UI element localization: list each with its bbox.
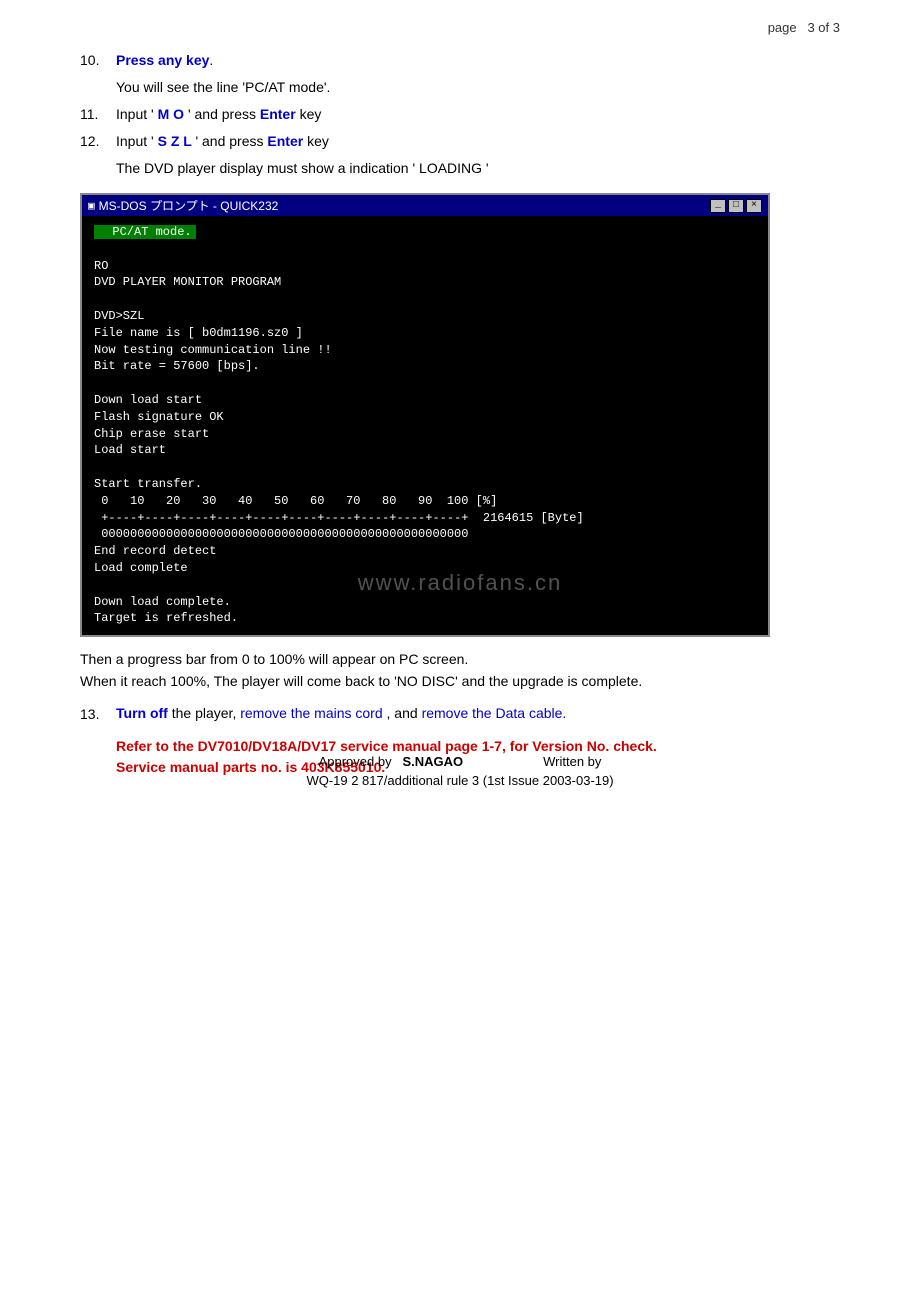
footer-approved: Approved by S.NAGAO bbox=[319, 754, 464, 769]
footer-doc: WQ-19 2 817/additional rule 3 (1st Issue… bbox=[0, 773, 920, 788]
page-value: 3 of 3 bbox=[807, 20, 840, 35]
step-10-content: Press any key. bbox=[116, 50, 840, 71]
dos-window: ▣ MS-DOS プロンプト - QUICK232 _ □ × PC/AT mo… bbox=[80, 193, 770, 637]
reach-text: When it reach 100%, The player will come… bbox=[80, 673, 840, 689]
approved-name: S.NAGAO bbox=[402, 754, 463, 769]
step13-removedata: remove the Data cable. bbox=[422, 705, 567, 721]
dos-titlebar-buttons: _ □ × bbox=[710, 199, 762, 213]
page-label: page bbox=[768, 20, 797, 35]
step11-after: ' and press bbox=[188, 106, 256, 122]
footer: Approved by S.NAGAO Written by WQ-19 2 8… bbox=[0, 754, 920, 788]
dos-maximize-btn[interactable]: □ bbox=[728, 199, 744, 213]
dos-titlebar-left: ▣ MS-DOS プロンプト - QUICK232 bbox=[88, 197, 278, 214]
dos-close-btn[interactable]: × bbox=[746, 199, 762, 213]
approved-label: Approved by bbox=[319, 754, 392, 769]
step13-turnoff: Turn off bbox=[116, 705, 168, 721]
step10-dot: . bbox=[209, 52, 213, 68]
press-any-key-text: Press any key bbox=[116, 52, 209, 68]
step-11-number: 11. bbox=[80, 104, 116, 125]
step-13-content: Turn off the player, remove the mains co… bbox=[116, 703, 840, 725]
step12-highlight: S Z L bbox=[154, 133, 196, 149]
step13-removecord: remove the mains cord bbox=[240, 705, 382, 721]
step11-enter: Enter bbox=[260, 106, 296, 122]
step-10-sub: You will see the line 'PC/AT mode'. bbox=[116, 77, 840, 98]
step11-highlight: M O bbox=[154, 106, 188, 122]
step12-suffix: key bbox=[307, 133, 329, 149]
footer-line1: Approved by S.NAGAO Written by bbox=[0, 754, 920, 769]
step-12-sub: The DVD player display must show a indic… bbox=[116, 158, 840, 179]
step12-before: Input ' bbox=[116, 133, 154, 149]
step-12-number: 12. bbox=[80, 131, 116, 152]
step-12-content: Input ' S Z L ' and press Enter key bbox=[116, 131, 840, 152]
step-10-number: 10. bbox=[80, 50, 116, 71]
step-12: 12. Input ' S Z L ' and press Enter key bbox=[80, 131, 840, 152]
step-11-content: Input ' M O ' and press Enter key bbox=[116, 104, 840, 125]
step-13-number: 13. bbox=[80, 703, 116, 725]
page-number: page 3 of 3 bbox=[768, 20, 840, 35]
step12-after: ' and press bbox=[195, 133, 263, 149]
footer-written: Written by bbox=[543, 754, 601, 769]
dos-pcmode: PC/AT mode. bbox=[94, 225, 196, 239]
dos-minimize-btn[interactable]: _ bbox=[710, 199, 726, 213]
step13-text2: the player, bbox=[172, 705, 237, 721]
written-label: Written by bbox=[543, 754, 601, 769]
dos-title: MS-DOS プロンプト - QUICK232 bbox=[99, 197, 279, 214]
step12-enter: Enter bbox=[267, 133, 303, 149]
dos-body: PC/AT mode. RO DVD PLAYER MONITOR PROGRA… bbox=[82, 216, 768, 635]
step-13: 13. Turn off the player, remove the main… bbox=[80, 703, 840, 725]
dos-icon: ▣ bbox=[88, 199, 95, 213]
progress-text: Then a progress bar from 0 to 100% will … bbox=[80, 651, 840, 667]
step11-before: Input ' bbox=[116, 106, 154, 122]
step-11: 11. Input ' M O ' and press Enter key bbox=[80, 104, 840, 125]
dos-titlebar: ▣ MS-DOS プロンプト - QUICK232 _ □ × bbox=[82, 195, 768, 216]
step11-suffix: key bbox=[300, 106, 322, 122]
step13-text4: , and bbox=[387, 705, 418, 721]
step-10: 10. Press any key. bbox=[80, 50, 840, 71]
